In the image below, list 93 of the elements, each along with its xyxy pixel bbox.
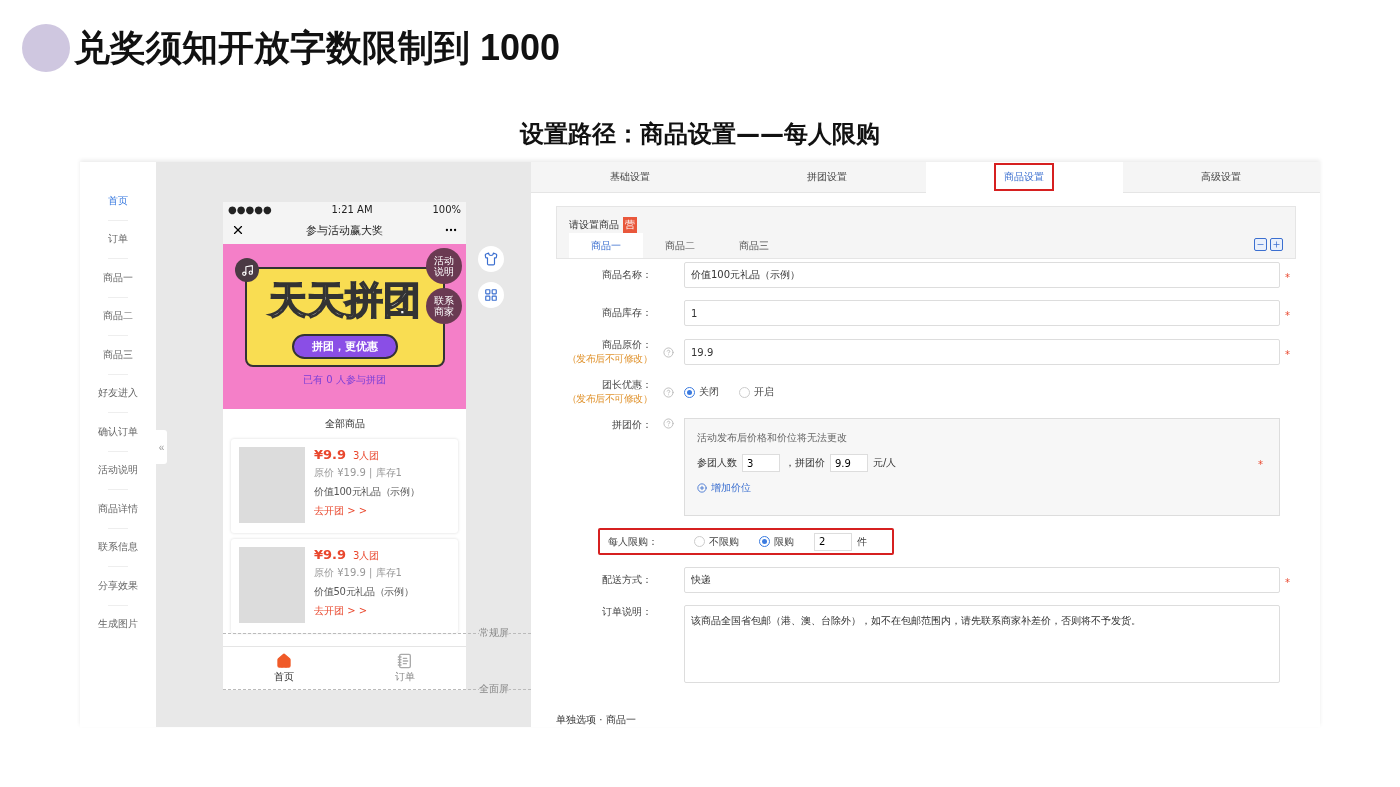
field-label: 订单说明： — [602, 605, 652, 619]
marketing-badge: 营 — [623, 217, 637, 233]
field-note: （发布后不可修改） — [566, 352, 652, 366]
slide-subtitle: 设置路径：商品设置——每人限购 — [518, 119, 881, 146]
sidebar-item[interactable]: 商品三 — [103, 336, 133, 374]
banner-badge[interactable]: 活动说明 — [426, 248, 462, 284]
sidebar-item[interactable]: 商品二 — [103, 297, 133, 335]
product-tab[interactable]: 商品二 — [643, 233, 717, 258]
plus-icon — [1272, 240, 1281, 249]
sidebar-item[interactable]: 生成图片 — [98, 605, 138, 643]
sidebar-item[interactable]: 好友进入 — [98, 374, 138, 412]
page-title: 参与活动赢大奖 — [306, 222, 383, 238]
settings-tab[interactable]: 拼团设置 — [728, 162, 926, 193]
product-meta: 原价 ¥19.9 | 库存1 — [314, 566, 403, 580]
section-title: 全部商品 — [323, 417, 366, 431]
group-price-field[interactable]: 9.9 — [830, 454, 868, 472]
radio-option[interactable]: 限购 — [759, 534, 794, 549]
product-price: ¥9.9 — [314, 547, 347, 562]
radio-option[interactable]: 不限购 — [694, 534, 739, 549]
group-size: 3人团 — [353, 449, 380, 463]
product-tab[interactable]: 商品三 — [717, 233, 791, 258]
product-price: ¥9.9 — [314, 447, 347, 462]
add-button[interactable] — [1270, 238, 1283, 251]
tier-unit: 元/人 — [873, 456, 897, 470]
panel-title: 请设置商品 — [569, 218, 619, 232]
music-note-icon[interactable] — [235, 258, 259, 282]
sidebar-item[interactable]: 首页 — [108, 182, 128, 220]
group-size: 3人团 — [353, 549, 380, 563]
required-mark: * — [1284, 348, 1290, 360]
text-field[interactable]: 1 — [684, 300, 1280, 326]
tabbar-item[interactable]: 订单 — [344, 647, 466, 690]
sidebar-item[interactable]: 联系信息 — [98, 528, 138, 566]
product-card[interactable]: ¥9.9 3人团 原价 ¥19.9 | 库存1 价值50元礼品（示例） 去开团 > > — [231, 539, 458, 633]
banner-slogan: 拼团，更优惠 — [291, 333, 398, 359]
signal-dots: ●●●●● — [228, 203, 272, 215]
unit-label: 件 — [857, 534, 867, 549]
plus-circle-icon — [697, 483, 707, 493]
text-field[interactable]: 快递 — [684, 567, 1280, 593]
tier-hint: 活动发布后价格和价位将无法更改 — [697, 431, 848, 445]
participants-text: 已有 0 人参与拼团 — [303, 372, 386, 387]
battery-level: 100% — [432, 203, 461, 215]
screen-guide-label: 常规屏 — [479, 626, 509, 640]
product-tab[interactable]: 商品一 — [569, 233, 643, 258]
sidebar-item[interactable]: 商品一 — [103, 259, 133, 297]
close-icon[interactable] — [231, 223, 245, 237]
field-label: 每人限购： — [608, 534, 659, 549]
radio-option[interactable]: 关闭 — [684, 385, 719, 399]
group-size-field[interactable]: 3 — [742, 454, 780, 472]
sidebar-item[interactable]: 订单 — [108, 220, 128, 258]
start-group-link[interactable]: 去开团 > > — [314, 504, 420, 518]
section-label: 单独选项 · 商品一 — [556, 713, 637, 727]
required-mark: * — [1284, 576, 1290, 588]
product-name: 价值100元礼品（示例） — [314, 485, 420, 499]
tier-label: ，拼团价 — [785, 456, 825, 470]
notebook-icon — [397, 653, 414, 669]
sidebar-item[interactable]: 商品详情 — [98, 490, 138, 528]
product-card[interactable]: ¥9.9 3人团 原价 ¥19.9 | 库存1 价值100元礼品（示例） 去开团 > > — [231, 439, 458, 533]
text-area[interactable]: 该商品全国省包邮（港、澳、台除外），如不在包邮范围内，请先联系商家补差价，否则将不予发货。 — [684, 605, 1280, 683]
field-label: 拼团价： — [612, 418, 652, 432]
required-mark: * — [1284, 309, 1290, 321]
product-name: 价值50元礼品（示例） — [314, 585, 414, 599]
status-time: 1:21 AM — [331, 203, 373, 215]
home-icon — [275, 653, 292, 669]
settings-tab[interactable]: 高级设置 — [1122, 162, 1320, 193]
product-meta: 原价 ¥19.9 | 库存1 — [314, 466, 403, 480]
remove-button[interactable] — [1254, 238, 1267, 251]
tier-label: 参团人数 — [697, 456, 737, 470]
sidebar-item[interactable]: 分享效果 — [98, 567, 138, 605]
field-note: （发布后不可修改） — [566, 392, 652, 406]
slide-title: 兑奖须知开放字数限制到 1000 — [74, 25, 561, 70]
title-bullet — [22, 24, 70, 72]
screen-guide-label: 全面屏 — [479, 682, 509, 696]
shirt-icon[interactable] — [478, 246, 504, 272]
text-field[interactable]: 19.9 — [684, 339, 1280, 365]
start-group-link[interactable]: 去开团 > > — [314, 604, 414, 618]
sidebar-item[interactable]: 活动说明 — [98, 451, 138, 489]
field-label: 商品名称： — [602, 268, 652, 282]
field-label: 商品库存： — [602, 306, 652, 320]
text-field[interactable]: 价值100元礼品（示例） — [684, 262, 1280, 288]
banner-title: 天天拼团 — [268, 276, 421, 324]
limit-field[interactable]: 2 — [814, 532, 852, 551]
field-label: 商品原价： — [602, 338, 652, 352]
tabbar-item[interactable]: 首页 — [223, 647, 345, 690]
add-tier-link[interactable]: 增加价位 — [697, 481, 751, 495]
field-label: 团长优惠： — [602, 378, 652, 392]
banner-badge[interactable]: 联系商家 — [426, 288, 462, 324]
settings-tab[interactable]: 基础设置 — [531, 162, 729, 193]
required-mark: * — [1258, 459, 1263, 470]
radio-option[interactable]: 开启 — [739, 385, 774, 399]
required-mark: * — [1284, 271, 1290, 283]
grid-icon[interactable] — [478, 282, 504, 308]
sidebar-item[interactable]: 确认订单 — [98, 413, 138, 451]
field-label: 配送方式： — [602, 573, 652, 587]
